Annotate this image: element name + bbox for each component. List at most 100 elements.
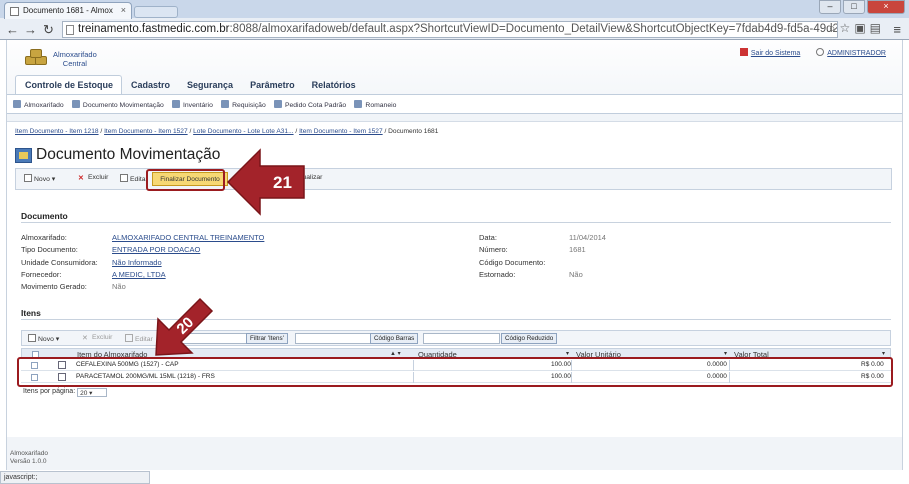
forward-icon[interactable]: → — [24, 22, 37, 37]
documento-section-title: Documento — [21, 211, 68, 221]
nav-parametro[interactable]: Parâmetro — [241, 76, 303, 94]
estornado-value: Não — [569, 270, 583, 279]
status-bar: javascript:; — [0, 471, 150, 484]
delete-icon: ✕ — [82, 335, 88, 342]
document-movement-icon — [15, 148, 32, 163]
new-tab-button[interactable] — [134, 6, 178, 18]
subnav-inventario[interactable]: Inventário — [172, 100, 213, 109]
field-label: Código Documento: — [479, 258, 546, 267]
filter-icon[interactable]: ▾ — [566, 350, 569, 357]
almoxarifado-icon — [13, 100, 21, 108]
field-label: Movimento Gerado: — [21, 282, 87, 291]
reduced-code-button[interactable]: Código Reduzido — [501, 333, 558, 344]
nav-cadastro[interactable]: Cadastro — [122, 76, 178, 94]
filter-items-button[interactable]: Filtrar 'Itens' — [246, 333, 288, 344]
field-label: Unidade Consumidora: — [21, 258, 98, 267]
per-page-label: Itens por página: — [23, 388, 76, 395]
unidade-consumidora-value[interactable]: Não Informado — [112, 258, 162, 267]
edit-button[interactable]: Editar — [120, 174, 148, 183]
subnav-requisicao[interactable]: Requisição — [221, 100, 266, 109]
app-header: Almoxarifado Central Sair do Sistema ADM… — [7, 40, 902, 132]
callout-arrow-20: 20 — [155, 297, 214, 356]
new-button[interactable]: Novo ▾ — [24, 174, 55, 183]
sort-icon[interactable]: ▲ ▾ — [390, 350, 401, 357]
subnav-label: Pedido Cota Padrão — [284, 102, 347, 109]
numero-value: 1681 — [569, 245, 586, 254]
nav-relatorios[interactable]: Relatórios — [303, 76, 364, 94]
tipo-documento-value[interactable]: ENTRADA POR DOACAO — [112, 245, 200, 254]
barcode-input[interactable] — [295, 333, 372, 344]
field-label: Número: — [479, 245, 508, 254]
request-icon — [221, 100, 230, 108]
logo-line1: Almoxarifado — [53, 50, 97, 59]
breadcrumb-link[interactable]: Item Documento - Item 1527 — [299, 128, 383, 135]
nav-seguranca[interactable]: Segurança — [178, 76, 241, 94]
reload-icon[interactable]: ↻ — [43, 22, 54, 38]
almoxarifado-value[interactable]: ALMOXARIFADO CENTRAL TREINAMENTO — [112, 233, 264, 242]
per-page-select[interactable]: 20 ▾ — [77, 388, 108, 397]
content-area: Item Documento - Item 1218 / Item Docume… — [7, 121, 902, 437]
section-divider — [21, 222, 891, 223]
breadcrumb-link[interactable]: Item Documento - Item 1218 — [15, 128, 99, 135]
callout-arrow-21: 21 — [226, 148, 305, 216]
sign-out-label: Sair do Sistema — [750, 50, 801, 57]
exit-icon — [739, 48, 748, 56]
user-label: ADMINISTRADOR — [827, 50, 886, 57]
fornecedor-value[interactable]: A MEDIC, LTDA — [112, 270, 166, 279]
extension-icon[interactable]: ▣ — [854, 21, 865, 35]
barcode-button[interactable]: Código Barras — [370, 333, 419, 344]
delete-button[interactable]: ✕ Excluir — [78, 174, 108, 182]
nav-controle-estoque[interactable]: Controle de Estoque — [15, 75, 123, 94]
callout-21-label: 21 — [273, 173, 292, 192]
breadcrumb-link[interactable]: Lote Documento - Lote Lote A31... — [193, 128, 293, 135]
edit-icon — [120, 174, 128, 182]
nav-row: ← → ↻ treinamento.fastmedic.com.br:8088/… — [0, 19, 909, 40]
subnav-label: Romaneio — [365, 102, 397, 109]
filter-icon[interactable]: ▾ — [724, 350, 727, 357]
breadcrumb: Item Documento - Item 1218 / Item Docume… — [15, 128, 439, 135]
window-close-icon[interactable]: × — [867, 0, 905, 14]
logo-icon — [21, 48, 51, 68]
maximize-icon[interactable]: □ — [843, 0, 865, 14]
order-icon — [273, 100, 282, 108]
subnav-label: Almoxarifado — [24, 102, 64, 109]
footer-line2: Versão 1.0.0 — [10, 458, 47, 465]
items-delete-button[interactable]: ✕ Excluir — [82, 334, 112, 342]
reduced-code-input[interactable] — [423, 333, 500, 344]
browser-tab[interactable]: Documento 1681 - Almox × — [4, 2, 132, 19]
sign-out-link[interactable]: Sair do Sistema — [739, 48, 801, 57]
subnav-almoxarifado[interactable]: Almoxarifado — [13, 100, 64, 109]
main-nav: Controle de Estoque Cadastro Segurança Parâ… — [15, 75, 364, 94]
tab-strip: Documento 1681 - Almox × – □ × — [0, 0, 909, 19]
subnav-romaneio[interactable]: Romaneio — [354, 100, 396, 109]
tab-title: Documento 1681 - Almox — [23, 6, 113, 15]
extension2-icon[interactable]: ▤ — [870, 21, 881, 35]
itens-section-title: Itens — [21, 308, 41, 318]
subnav-label: Inventário — [183, 102, 213, 109]
star-icon[interactable]: ☆ — [840, 21, 851, 35]
subnav-label: Requisição — [232, 102, 266, 109]
items-new-button[interactable]: Novo ▾ — [28, 334, 59, 343]
close-tab-icon[interactable]: × — [121, 5, 126, 15]
address-bar[interactable]: treinamento.fastmedic.com.br:8088/almoxa… — [62, 21, 838, 38]
edit-icon — [125, 334, 133, 342]
subnav-documento[interactable]: Documento Movimentação — [71, 100, 164, 109]
menu-icon[interactable]: ≡ — [893, 22, 901, 37]
subnav-pedido[interactable]: Pedido Cota Padrão — [273, 100, 347, 109]
breadcrumb-link[interactable]: Item Documento - Item 1527 — [104, 128, 188, 135]
page-title-text: Documento Movimentação — [36, 146, 221, 163]
top-links: Sair do Sistema ADMINISTRADOR — [726, 48, 886, 57]
zoom-icon[interactable]: ⌕ — [829, 21, 836, 36]
delete-label: Excluir — [88, 174, 109, 181]
items-edit-button[interactable]: Editar — [125, 334, 153, 343]
filter-icon[interactable]: ▾ — [882, 350, 885, 357]
url-host: treinamento.fastmedic.com.br — [78, 23, 230, 35]
items-delete-label: Excluir — [92, 334, 113, 341]
new-icon — [28, 334, 36, 342]
per-page-value: 20 — [80, 390, 88, 397]
user-link[interactable]: ADMINISTRADOR — [816, 48, 886, 57]
favicon-icon — [10, 7, 19, 16]
back-icon[interactable]: ← — [6, 22, 19, 37]
movimento-gerado-value: Não — [112, 282, 126, 291]
minimize-icon[interactable]: – — [819, 0, 841, 14]
